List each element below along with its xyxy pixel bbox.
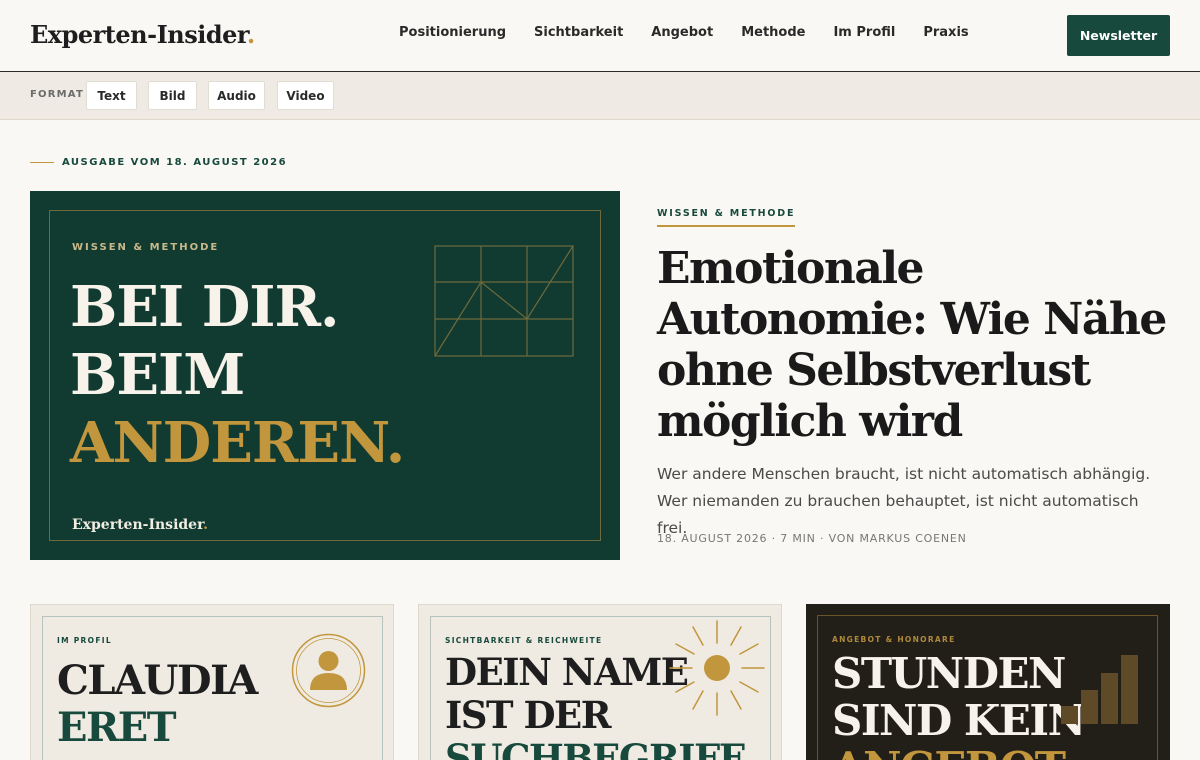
- article-category[interactable]: WISSEN & METHODE: [657, 208, 796, 227]
- teaser-card-im-profil[interactable]: IM PROFIL CLAUDIA ERET: [30, 604, 394, 760]
- hero-line-3: ANDEREN.: [70, 410, 405, 476]
- teaser-card-angebot[interactable]: ANGEBOT & HONORARE STUNDEN SIND KEIN ANG…: [806, 604, 1170, 760]
- format-chip-video[interactable]: Video: [277, 81, 334, 110]
- edition-label: AUSGABE VOM 18. AUGUST 2026: [30, 157, 287, 168]
- logo-text: Experten-Insider: [30, 20, 247, 49]
- card-category: IM PROFIL: [57, 636, 112, 645]
- nav-item-sichtbarkeit[interactable]: Sichtbarkeit: [534, 25, 623, 40]
- site-logo[interactable]: Experten-Insider.: [30, 20, 255, 49]
- person-icon: [291, 633, 366, 708]
- site-header: Experten-Insider. Positionierung Sichtba…: [0, 0, 1200, 72]
- hero-logo: Experten-Insider.: [72, 517, 208, 533]
- card-category: ANGEBOT & HONORARE: [832, 635, 956, 644]
- bar-chart-icon: [1061, 655, 1138, 724]
- format-chip-audio[interactable]: Audio: [208, 81, 265, 110]
- nav-item-praxis[interactable]: Praxis: [923, 25, 968, 40]
- format-label: FORMAT: [30, 89, 84, 100]
- nav-item-positionierung[interactable]: Positionierung: [399, 25, 506, 40]
- card-headline: STUNDEN SIND KEIN ANGEBOT: [832, 649, 1086, 760]
- sun-icon: [669, 620, 765, 716]
- hero-logo-dot: .: [203, 517, 209, 533]
- format-chip-text[interactable]: Text: [86, 81, 137, 110]
- edition-rule: [30, 162, 54, 163]
- hero-category: WISSEN & METHODE: [72, 242, 220, 253]
- format-filter-bar: FORMAT Text Bild Audio Video: [0, 72, 1200, 120]
- article-lead: Wer andere Menschen braucht, ist nicht a…: [657, 465, 1151, 537]
- card-line-3: ANGEBOT: [832, 744, 1084, 760]
- card-line-2: ERET: [57, 704, 176, 751]
- teaser-card-sichtbarkeit[interactable]: SICHTBARKEIT & REICHWEITE DEIN NAME IST …: [418, 604, 782, 760]
- hero-headline: BEI DIR. BEIM ANDEREN.: [70, 273, 405, 477]
- card-line-2: SIND KEIN: [832, 696, 1086, 745]
- format-chip-bild[interactable]: Bild: [148, 81, 197, 110]
- edition-text: AUSGABE VOM 18. AUGUST 2026: [62, 157, 288, 168]
- main-nav: Positionierung Sichtbarkeit Angebot Meth…: [399, 25, 997, 40]
- nav-item-im-profil[interactable]: Im Profil: [833, 25, 895, 40]
- nav-item-methode[interactable]: Methode: [741, 25, 805, 40]
- card-line-1: STUNDEN: [832, 649, 1066, 698]
- card-category: SICHTBARKEIT & REICHWEITE: [445, 636, 603, 645]
- article-meta: 18. AUGUST 2026 · 7 MIN · VON MARKUS COE…: [657, 532, 967, 545]
- newsletter-button[interactable]: Newsletter: [1067, 15, 1170, 56]
- hero-logo-text: Experten-Insider: [72, 517, 204, 533]
- line-chart-icon: [434, 245, 574, 357]
- hero-line-1: BEI DIR.: [70, 274, 340, 340]
- nav-item-angebot[interactable]: Angebot: [651, 25, 713, 40]
- hero-line-2: BEIM: [70, 342, 245, 408]
- card-headline: CLAUDIA ERET: [57, 657, 258, 751]
- hero-teaser-image[interactable]: WISSEN & METHODE BEI DIR. BEIM ANDEREN. …: [30, 191, 620, 560]
- card-line-1: CLAUDIA: [57, 657, 258, 704]
- logo-dot: .: [246, 20, 255, 49]
- card-line-3: SUCHBEGRIFF: [445, 736, 745, 760]
- article-title[interactable]: Emotionale Autonomie: Wie Nähe ohne Selb…: [657, 243, 1177, 447]
